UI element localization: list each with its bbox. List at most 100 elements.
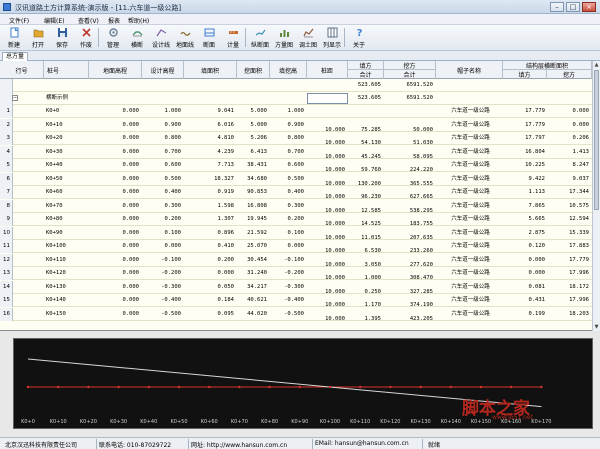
header-fill-volume[interactable]: 填方 合计 — [348, 61, 384, 79]
cell-station: K0+20 — [46, 135, 63, 141]
table-row[interactable]: 15 K0+140 0.000 -0.400 0.184 40.621 -0.400 10.0… — [0, 294, 592, 308]
header-structure-group-label: 结构层横断面积 — [503, 61, 591, 70]
header-structure-layer[interactable]: 结构层横断面积 填方 挖方 — [503, 61, 592, 79]
menu-view[interactable]: 查看(V) — [78, 16, 99, 25]
cell-fill-area: 1.307 — [217, 216, 234, 222]
header-cut-volume[interactable]: 挖方 合计 — [384, 61, 436, 79]
toolbar-button-cross-section[interactable]: 横断 — [125, 27, 149, 49]
summary-row[interactable]: 523.605 6591.520 — [0, 79, 592, 92]
header-cut-area[interactable]: 挖面积 — [237, 61, 270, 79]
cell-fill-cut-height: 0.300 — [287, 202, 304, 209]
toolbar-button-volume-chart[interactable]: 方量图 — [272, 27, 296, 49]
toolbar-button-save-disk[interactable]: 保存 — [50, 27, 74, 49]
toolbar-button-earth-chart[interactable]: 调土图 — [296, 27, 320, 49]
table-row[interactable]: 8 K0+70 0.000 0.300 1.598 16.808 0.300 10.000 12… — [0, 199, 592, 214]
table-body: 523.605 6591.520 − 横断示例 523.605 6591.520… — [0, 79, 592, 331]
station-label: K0+120 — [380, 419, 400, 425]
maximize-button[interactable]: □ — [566, 2, 580, 12]
header-template-name[interactable]: 帽子名称 — [436, 61, 503, 79]
measure-icon — [228, 31, 238, 34]
toolbar-button-longitudinal[interactable]: 纵断面 — [248, 27, 272, 49]
header-ground-elev[interactable]: 地面高程 — [89, 61, 142, 79]
open-folder-icon — [33, 29, 43, 38]
table-row[interactable]: 16 K0+150 0.000 -0.500 0.095 44.020 -0.500 10.0… — [0, 307, 592, 322]
cell-ground-elev: 0.000 — [122, 202, 139, 209]
menu-edit[interactable]: 编辑(E) — [44, 16, 64, 25]
table-row[interactable]: 11 K0+100 0.000 0.000 0.410 25.070 0.000 10.000… — [0, 240, 592, 254]
table-row[interactable]: 3 K0+20 0.000 0.800 4.810 5.206 0.800 10.000 54.… — [0, 132, 592, 146]
cell-structure-cut: 17.883 — [569, 243, 589, 249]
group-row[interactable]: − 横断示例 523.605 6591.520 — [0, 92, 592, 105]
station-label: K0+40 — [140, 419, 157, 425]
cell-structure-fill: 0.000 — [528, 256, 545, 263]
cell-cut-area: 34.217 — [247, 283, 267, 290]
table-row[interactable]: 7 K0+60 0.000 0.400 0.919 90.853 0.400 10.000 96… — [0, 186, 592, 200]
row-number: 6 — [0, 172, 13, 186]
vertical-scrollbar[interactable]: ▲ ▼ — [592, 61, 600, 331]
collapse-toggle-icon[interactable]: − — [12, 95, 18, 101]
cell-design-elev: -0.100 — [161, 256, 181, 263]
save-disk-icon — [57, 28, 67, 37]
toolbar-button-open-folder[interactable]: 打开 — [26, 27, 50, 49]
table-row[interactable]: 5 K0+40 0.000 0.600 7.713 38.431 0.600 10.000 59… — [0, 159, 592, 173]
toolbar-button-label: 打开 — [31, 42, 44, 49]
toolbar-button-ground-line[interactable]: 地面线 — [173, 27, 197, 49]
toolbar-button-label: 调土图 — [298, 42, 317, 49]
table-row[interactable]: 13 K0+120 0.000 -0.200 0.000 31.240 -0.200 10.0… — [0, 267, 592, 281]
toolbar-button-section[interactable]: 断面 — [197, 27, 221, 49]
pile-distance-edit-field[interactable] — [307, 93, 348, 104]
table-row[interactable]: 12 K0+110 0.000 -0.100 0.200 30.454 -0.100 10.0… — [0, 253, 592, 268]
minimize-button[interactable]: – — [550, 2, 564, 12]
cell-fill-cut-height: 0.200 — [287, 216, 304, 222]
header-rownum[interactable]: 行号 — [0, 61, 44, 79]
table-row[interactable]: 4 K0+30 0.000 0.700 4.239 6.413 0.700 10.000 45.… — [0, 145, 592, 160]
scrollbar-thumb[interactable] — [594, 70, 599, 210]
cell-template-name: 六车道一级公路 — [451, 189, 490, 195]
cell-cut-area: 16.808 — [247, 202, 267, 209]
cell-template-name: 六车道一级公路 — [451, 310, 490, 317]
cell-template-name: 六车道一级公路 — [451, 108, 490, 114]
toolbar-button-column-display[interactable]: 列显示 — [320, 27, 344, 49]
cell-structure-fill: 0.081 — [528, 283, 545, 290]
toolbar-button-label: 计量 — [226, 42, 239, 49]
close-button[interactable]: × — [582, 2, 596, 12]
station-label: K0+90 — [291, 419, 308, 425]
table-row[interactable]: 14 K0+130 0.000 -0.300 0.050 34.217 -0.300 10.0… — [0, 280, 592, 295]
discard-icon — [81, 28, 91, 37]
header-fill-area[interactable]: 填面积 — [184, 61, 237, 79]
cell-fill-cut-height: -0.100 — [284, 256, 304, 263]
menu-report[interactable]: 报表 — [108, 16, 120, 25]
toolbar-button-discard[interactable]: 作废 — [74, 27, 98, 49]
header-fill-cut-height[interactable]: 填挖高 — [270, 61, 307, 79]
cell-design-elev: 0.500 — [164, 175, 181, 182]
cell-design-elev: 0.600 — [164, 162, 181, 168]
toolbar-button-design-line[interactable]: 设计线 — [149, 27, 173, 49]
toolbar-button-new-file[interactable]: 新建 — [2, 27, 26, 49]
scroll-down-arrow-icon[interactable]: ▼ — [593, 323, 600, 331]
toolbar-button-measure[interactable]: 计量 — [221, 27, 245, 49]
table-row[interactable]: 2 K0+10 0.000 0.900 6.016 5.000 0.900 10.000 75.… — [0, 118, 592, 133]
cell-design-elev: 0.400 — [164, 189, 181, 195]
menu-help[interactable]: 帮助(H) — [128, 16, 149, 25]
toolbar-button-manage[interactable]: 管理 — [101, 27, 125, 49]
scroll-up-arrow-icon[interactable]: ▲ — [593, 61, 600, 69]
table-row[interactable]: 9 K0+80 0.000 0.200 1.307 19.945 0.200 10.000 14… — [0, 213, 592, 227]
menu-file[interactable]: 文件(F) — [9, 16, 29, 25]
status-company: 北京汉迅科技有限责任公司 — [5, 442, 78, 449]
table-row[interactable]: 6 K0+50 0.000 0.500 18.327 34.680 0.500 10.000 1… — [0, 172, 592, 187]
status-website: 网址: http://www.hansun.com.cn — [191, 442, 288, 449]
app-icon — [3, 3, 11, 11]
header-pile-distance[interactable]: 桩距 — [307, 61, 348, 79]
row-number: 16 — [0, 307, 13, 321]
tab-total-volume[interactable]: 总方量 — [2, 52, 29, 61]
title-bar: 汉讯道路土方计算系统-演示版 - [11.六车道一级公路] – □ × — [0, 0, 600, 14]
cell-design-elev: 0.000 — [164, 243, 181, 249]
toolbar-button-about[interactable]: ? 关于 — [347, 27, 371, 49]
header-design-elev[interactable]: 设计高程 — [142, 61, 184, 79]
header-station[interactable]: 桩号 — [44, 61, 89, 79]
table-row[interactable]: 10 K0+90 0.000 0.100 0.896 21.592 0.100 10.000 1… — [0, 226, 592, 241]
cell-structure-fill: 17.779 — [525, 108, 545, 114]
table-row[interactable]: 1 K0+0 0.000 1.000 9.041 5.000 1.000 六车道一级公路 17.… — [0, 105, 592, 118]
cell-fill-cut-height: 0.400 — [287, 189, 304, 195]
cell-design-elev: -0.500 — [161, 310, 181, 317]
